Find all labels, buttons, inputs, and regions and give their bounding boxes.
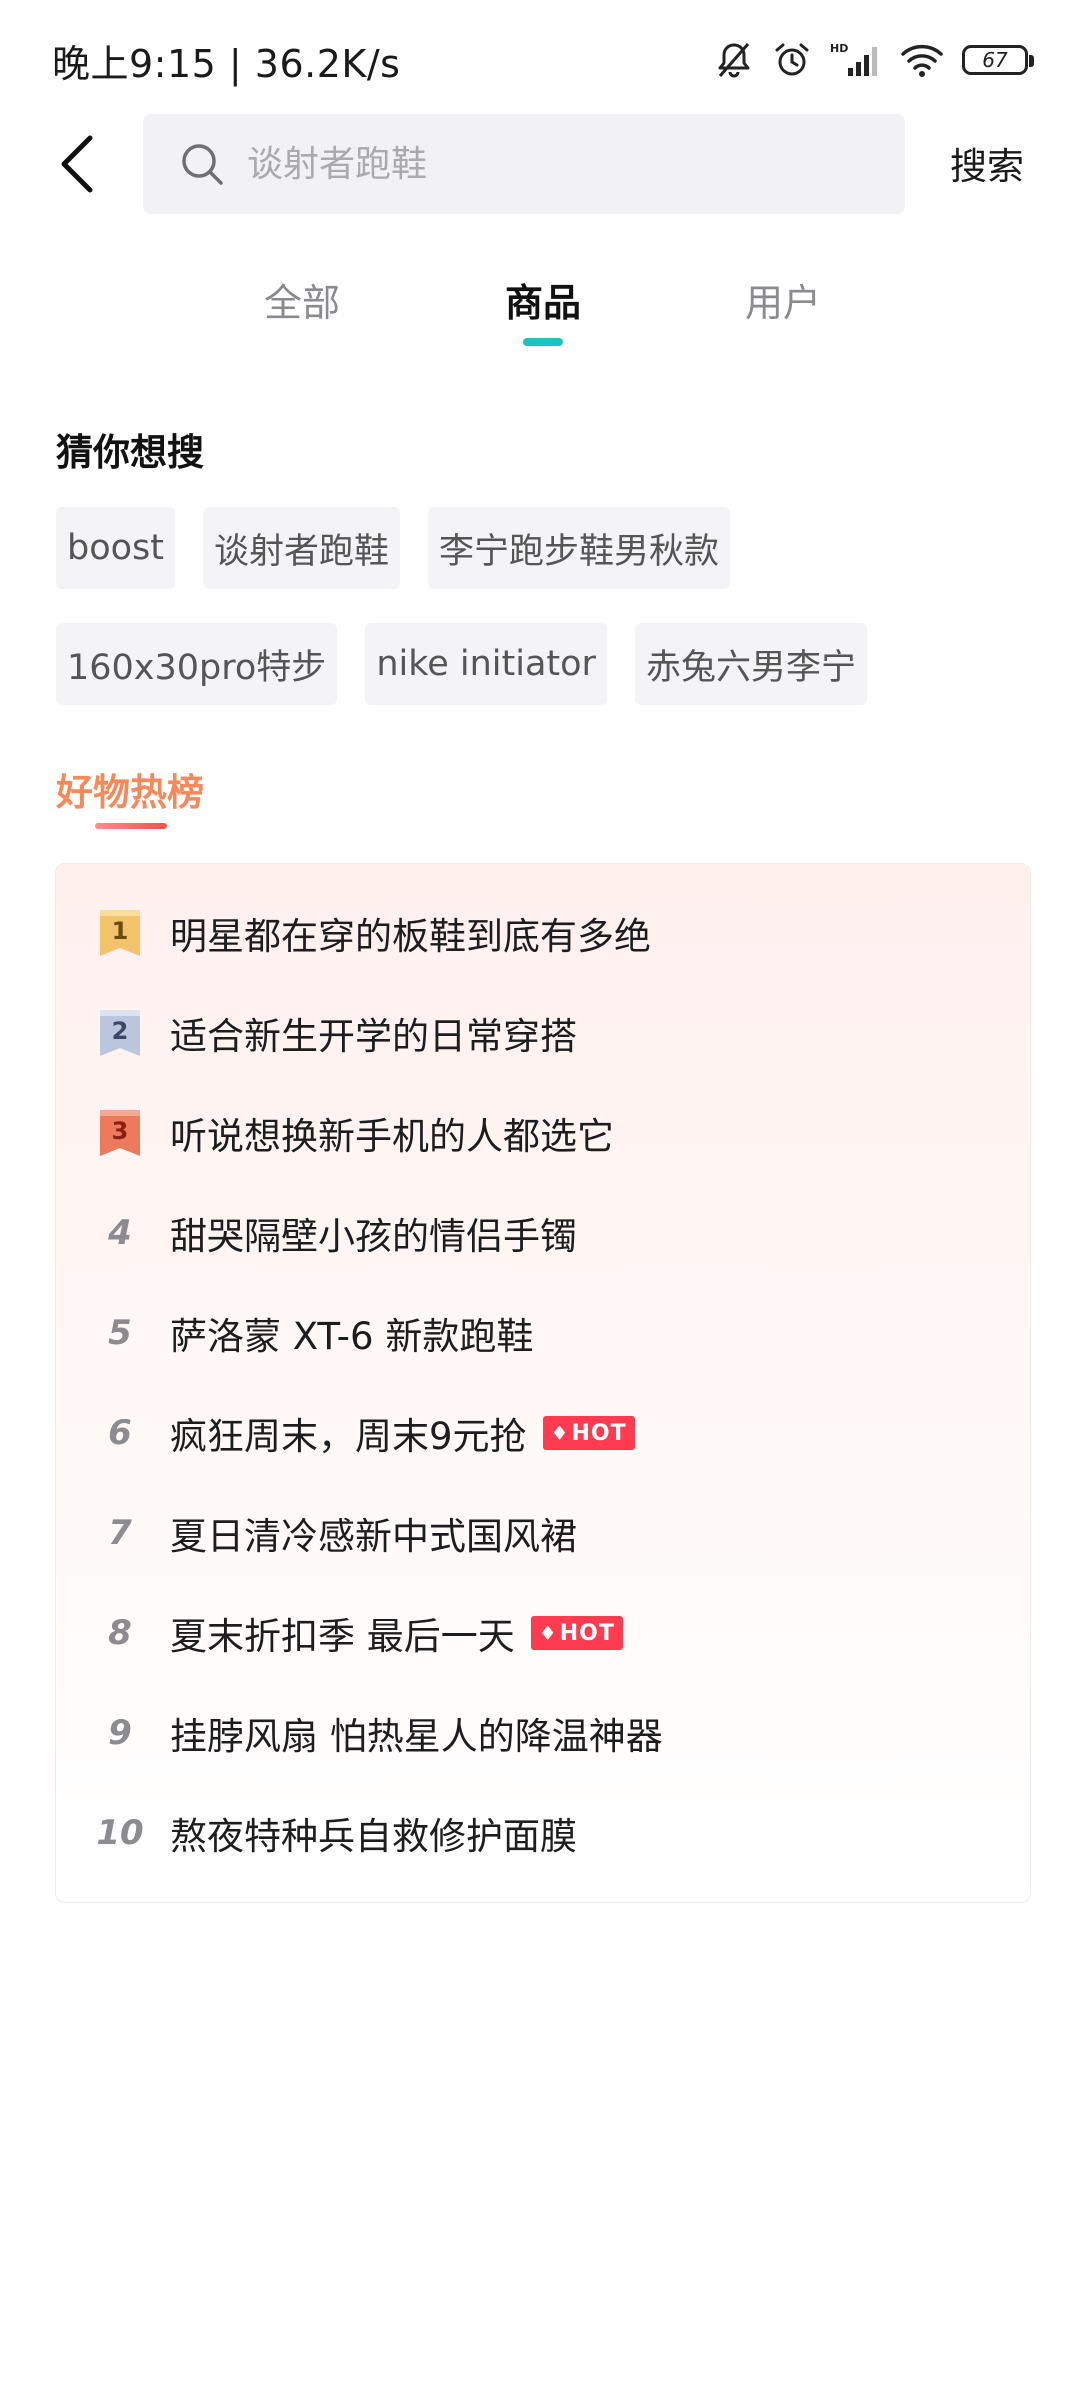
rank-number: 7: [108, 1513, 132, 1553]
hot-badge-label: HOT: [559, 1620, 615, 1646]
hot-item-title: 夏日清冷感新中式国风裙: [170, 1515, 577, 1558]
hot-list-item[interactable]: 5 萨洛蒙 XT-6 新款跑鞋: [56, 1298, 1032, 1368]
hot-list-item[interactable]: 4 甜哭隔壁小孩的情侣手镯: [56, 1198, 1032, 1268]
hot-item-title: 萨洛蒙 XT-6 新款跑鞋: [170, 1315, 534, 1358]
hot-list-item[interactable]: 3 听说想换新手机的人都选它: [56, 1098, 1032, 1168]
tab-goods[interactable]: 商品: [463, 272, 623, 327]
rank-number: 8: [108, 1613, 132, 1653]
hot-item-text: 甜哭隔壁小孩的情侣手镯: [170, 1206, 577, 1260]
back-button[interactable]: [48, 132, 108, 196]
wifi-icon: [901, 44, 943, 77]
hot-item-text: 熬夜特种兵自救修护面膜: [170, 1806, 577, 1860]
rank-1-medal-icon: 1: [100, 910, 140, 956]
hd-signal-icon: HD: [830, 42, 877, 76]
suggestion-chip[interactable]: boost: [56, 507, 176, 589]
hot-list-title-underline: [95, 823, 167, 829]
hot-list-item[interactable]: 7 夏日清冷感新中式国风裙: [56, 1498, 1032, 1568]
hot-item-title: 适合新生开学的日常穿搭: [170, 1015, 577, 1058]
search-icon: [182, 144, 223, 185]
suggestion-chip[interactable]: 谈射者跑鞋: [203, 507, 401, 589]
suggestion-chip[interactable]: nike initiator: [365, 623, 607, 705]
suggestion-row-1: boost 谈射者跑鞋 李宁跑步鞋男秋款: [56, 507, 731, 589]
hot-item-text: 疯狂周末，周末9元抢 ♦ HOT: [170, 1406, 635, 1460]
search-button[interactable]: 搜索: [950, 136, 1024, 190]
rank-number: 5: [108, 1313, 132, 1353]
hot-list-item[interactable]: 10 熬夜特种兵自救修护面膜: [56, 1798, 1032, 1868]
rank-number: 6: [108, 1413, 132, 1453]
hot-item-text: 挂脖风扇 怕热星人的降温神器: [170, 1706, 663, 1760]
hot-item-title: 明星都在穿的板鞋到底有多绝: [170, 915, 651, 958]
alarm-icon: [775, 43, 809, 76]
hot-item-text: 夏日清冷感新中式国风裙: [170, 1506, 577, 1560]
rank-number: 10: [96, 1813, 144, 1853]
hot-item-text: 听说想换新手机的人都选它: [170, 1106, 614, 1160]
suggestion-chip[interactable]: 赤兔六男李宁: [634, 623, 867, 705]
hot-badge: ♦ HOT: [530, 1616, 623, 1650]
search-box[interactable]: [143, 114, 905, 214]
battery-level: 67: [982, 48, 1008, 72]
hot-item-title: 听说想换新手机的人都选它: [170, 1115, 614, 1158]
rank-number: 4: [108, 1213, 132, 1253]
hot-item-title: 夏末折扣季 最后一天: [170, 1615, 515, 1658]
hot-list-item[interactable]: 9 挂脖风扇 怕热星人的降温神器: [56, 1698, 1032, 1768]
flame-icon: ♦: [550, 1421, 570, 1445]
svg-text:HD: HD: [830, 42, 848, 55]
search-page: 晚上9:15 | 36.2K/s HD 67 谈射者跑鞋 搜索 全部 商品 用户…: [0, 0, 1080, 2400]
suggestion-chip[interactable]: 160x30pro特步: [56, 623, 338, 705]
back-arrow-icon: [61, 135, 93, 193]
hot-list-item[interactable]: 6 疯狂周末，周末9元抢 ♦ HOT: [56, 1398, 1032, 1468]
rank-2-medal-icon: 2: [100, 1010, 140, 1056]
suggestion-chip[interactable]: 李宁跑步鞋男秋款: [428, 507, 731, 589]
hot-list-title: 好物热榜: [56, 771, 204, 814]
active-tab-indicator: [523, 338, 563, 346]
hot-item-text: 明星都在穿的板鞋到底有多绝: [170, 906, 651, 960]
hot-list-item[interactable]: 8 夏末折扣季 最后一天 ♦ HOT: [56, 1598, 1032, 1668]
hot-item-title: 甜哭隔壁小孩的情侣手镯: [170, 1215, 577, 1258]
hot-item-text: 夏末折扣季 最后一天 ♦ HOT: [170, 1606, 623, 1660]
hot-item-title: 熬夜特种兵自救修护面膜: [170, 1815, 577, 1858]
guess-section-title: 猜你想搜: [56, 431, 204, 474]
hot-list-card: 1 明星都在穿的板鞋到底有多绝 2 适合新生开学的日常穿搭 3 听说想换新手机的…: [55, 863, 1031, 1903]
battery-icon: 67: [962, 45, 1034, 75]
search-input[interactable]: [247, 143, 847, 185]
search-header: 搜索: [0, 114, 1080, 214]
hot-list-item[interactable]: 2 适合新生开学的日常穿搭: [56, 998, 1032, 1068]
hot-item-title: 挂脖风扇 怕热星人的降温神器: [170, 1715, 663, 1758]
status-bar: 晚上9:15 | 36.2K/s HD 67: [0, 0, 1080, 120]
result-tabs: 全部 商品 用户: [0, 262, 1080, 352]
mute-bell-icon: [718, 43, 750, 78]
tab-users[interactable]: 用户: [703, 272, 863, 327]
rank-number: 9: [108, 1713, 132, 1753]
tab-all[interactable]: 全部: [222, 272, 382, 327]
rank-label: 3: [112, 1117, 129, 1145]
hot-item-text: 适合新生开学的日常穿搭: [170, 1006, 577, 1060]
rank-3-medal-icon: 3: [100, 1110, 140, 1156]
hot-badge: ♦ HOT: [542, 1416, 635, 1450]
hot-item-text: 萨洛蒙 XT-6 新款跑鞋: [170, 1306, 533, 1360]
hot-list-item[interactable]: 1 明星都在穿的板鞋到底有多绝: [56, 898, 1032, 968]
rank-label: 1: [112, 917, 129, 945]
hot-item-title: 疯狂周末，周末9元抢: [170, 1415, 527, 1458]
status-icons: HD 67: [714, 40, 1034, 80]
hot-badge-label: HOT: [571, 1420, 627, 1446]
status-time-speed: 晚上9:15 | 36.2K/s: [52, 41, 401, 86]
suggestion-row-2: 160x30pro特步 nike initiator 赤兔六男李宁: [56, 623, 867, 705]
rank-label: 2: [112, 1017, 129, 1045]
flame-icon: ♦: [538, 1621, 558, 1645]
